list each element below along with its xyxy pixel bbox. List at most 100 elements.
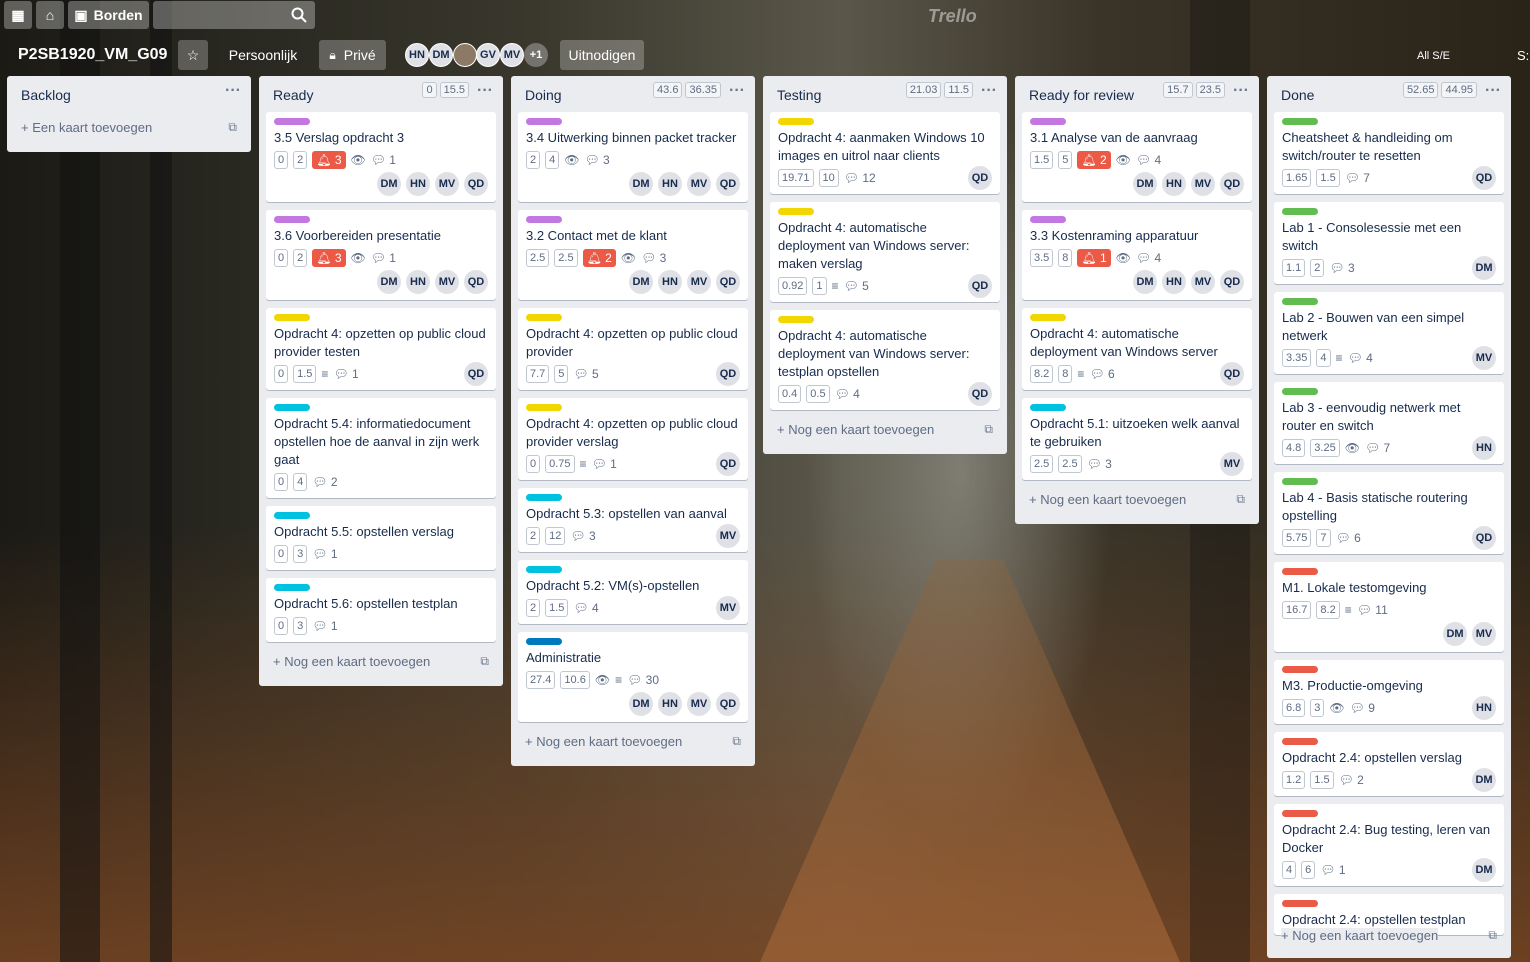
card-label[interactable] xyxy=(1282,810,1318,817)
member-avatar[interactable]: MV xyxy=(716,596,740,620)
card[interactable]: Administratie 27.4 10.6 👁︎ ≡ 💬︎ 30 DM HN MV QD xyxy=(518,632,748,722)
member-avatar[interactable]: MV xyxy=(1220,452,1244,476)
board-menu-label-2[interactable]: S: xyxy=(1517,48,1529,63)
member-avatar[interactable]: QD xyxy=(716,452,740,476)
member-avatar[interactable]: MV xyxy=(716,524,740,548)
boards-button[interactable]: ▣ Borden xyxy=(68,1,149,29)
card-label[interactable] xyxy=(274,404,310,411)
card-label[interactable] xyxy=(1282,738,1318,745)
card[interactable]: 3.3 Kostenraming apparatuur 3.5 8 🔔︎ 1 👁︎ 💬︎ … xyxy=(1022,210,1252,300)
member-avatar[interactable]: MV xyxy=(687,270,711,294)
member-avatar[interactable]: HN xyxy=(1162,270,1186,294)
member-avatar[interactable]: HN xyxy=(406,172,430,196)
member-avatar[interactable]: GV xyxy=(476,43,500,67)
trello-logo[interactable]: Trello xyxy=(928,6,977,27)
member-avatar[interactable]: MV xyxy=(1472,346,1496,370)
card-label[interactable] xyxy=(778,208,814,215)
member-avatar[interactable]: DM xyxy=(629,270,653,294)
board-menu-label[interactable]: All S/E xyxy=(1417,50,1450,62)
add-card-button[interactable]: + Een kaart toevoegen xyxy=(21,120,152,135)
member-avatar[interactable]: QD xyxy=(716,270,740,294)
member-avatar[interactable]: QD xyxy=(1220,270,1244,294)
member-avatar[interactable]: QD xyxy=(464,362,488,386)
member-avatar[interactable]: HN xyxy=(406,270,430,294)
member-avatar[interactable]: QD xyxy=(1220,362,1244,386)
card[interactable]: Opdracht 2.4: Bug testing, leren van Doc… xyxy=(1274,804,1504,886)
search-box[interactable] xyxy=(153,1,315,29)
board-name[interactable]: P2SB1920_VM_G09 xyxy=(18,46,167,64)
card[interactable]: Opdracht 5.5: opstellen verslag 0 3 💬︎ 1 xyxy=(266,506,496,570)
member-avatar[interactable]: MV xyxy=(687,692,711,716)
member-avatar[interactable]: QD xyxy=(716,362,740,386)
search-icon[interactable] xyxy=(291,7,307,26)
card-label[interactable] xyxy=(526,314,562,321)
member-avatar[interactable]: QD xyxy=(464,270,488,294)
member-avatar[interactable]: DM xyxy=(629,172,653,196)
member-avatar[interactable]: DM xyxy=(1472,768,1496,792)
card-label[interactable] xyxy=(778,316,814,323)
member-avatar[interactable]: QD xyxy=(1472,166,1496,190)
list-title[interactable]: Ready for review xyxy=(1029,87,1134,103)
card[interactable]: Opdracht 5.4: informatiedocument opstell… xyxy=(266,398,496,498)
card[interactable]: Opdracht 5.1: uitzoeken welk aanval te g… xyxy=(1022,398,1252,480)
card-label[interactable] xyxy=(274,584,310,591)
card[interactable]: Cheatsheet & handleiding om switch/route… xyxy=(1274,112,1504,194)
visibility-button[interactable]: 🔒︎ Privé xyxy=(319,40,386,70)
member-avatar[interactable]: HN xyxy=(405,43,429,67)
list-title[interactable]: Done xyxy=(1281,87,1314,103)
member-avatar[interactable]: QD xyxy=(716,172,740,196)
add-card-button[interactable]: + Nog een kaart toevoegen xyxy=(777,422,934,437)
list-menu-icon[interactable]: ··· xyxy=(225,82,241,100)
card-template-icon[interactable]: ⧉ xyxy=(732,734,741,749)
team-button[interactable]: Persoonlijk xyxy=(219,40,307,70)
card[interactable]: 3.2 Contact met de klant 2.5 2.5 🔔︎ 2 👁︎ 💬︎ 3… xyxy=(518,210,748,300)
card-label[interactable] xyxy=(526,638,562,645)
card[interactable]: M3. Productie-omgeving 6.8 3 👁︎ 💬︎ 9 HN xyxy=(1274,660,1504,724)
member-avatar[interactable]: DM xyxy=(377,172,401,196)
card[interactable]: Opdracht 5.6: opstellen testplan 0 3 💬︎ 1 xyxy=(266,578,496,642)
card-label[interactable] xyxy=(526,216,562,223)
member-avatar[interactable]: HN xyxy=(658,692,682,716)
card-label[interactable] xyxy=(1030,314,1066,321)
search-input[interactable] xyxy=(153,1,293,29)
list-menu-icon[interactable]: ··· xyxy=(477,82,493,100)
card-label[interactable] xyxy=(274,118,310,125)
card-label[interactable] xyxy=(274,512,310,519)
card-label[interactable] xyxy=(1282,388,1318,395)
card[interactable]: Opdracht 4: automatische deployment van … xyxy=(1022,308,1252,390)
card-label[interactable] xyxy=(1282,666,1318,673)
card-template-icon[interactable]: ⧉ xyxy=(1236,492,1245,507)
add-card-button[interactable]: + Nog een kaart toevoegen xyxy=(1029,492,1186,507)
card[interactable]: Opdracht 4: opzetten op public cloud pro… xyxy=(266,308,496,390)
list-menu-icon[interactable]: ··· xyxy=(729,82,745,100)
member-avatar[interactable]: MV xyxy=(1472,622,1496,646)
home-button[interactable]: ⌂ xyxy=(36,1,64,29)
card[interactable]: Lab 2 - Bouwen van een simpel netwerk 3.3… xyxy=(1274,292,1504,374)
card[interactable]: Opdracht 2.4: opstellen verslag 1.2 1.5 💬︎ … xyxy=(1274,732,1504,796)
member-avatar[interactable]: DM xyxy=(377,270,401,294)
star-board-button[interactable]: ☆ xyxy=(178,40,208,70)
member-avatar[interactable]: QD xyxy=(968,166,992,190)
member-avatar[interactable]: DM xyxy=(1133,270,1157,294)
card-label[interactable] xyxy=(1030,216,1066,223)
add-card-button[interactable]: + Nog een kaart toevoegen xyxy=(1281,928,1439,943)
member-avatar[interactable]: DM xyxy=(429,43,453,67)
member-avatar[interactable]: QD xyxy=(464,172,488,196)
card-label[interactable] xyxy=(778,118,814,125)
card[interactable]: Opdracht 4: automatische deployment van … xyxy=(770,202,1000,302)
member-avatar[interactable]: MV xyxy=(687,172,711,196)
card[interactable]: M1. Lokale testomgeving 16.7 8.2 ≡ 💬︎ 11 DM MV xyxy=(1274,562,1504,652)
member-avatar[interactable]: DM xyxy=(1472,256,1496,280)
member-avatar[interactable]: HN xyxy=(1162,172,1186,196)
list-title[interactable]: Backlog xyxy=(21,87,71,103)
card-template-icon[interactable]: ⧉ xyxy=(228,120,237,135)
apps-button[interactable]: ▦ xyxy=(4,1,32,29)
member-avatar[interactable]: QD xyxy=(716,692,740,716)
card[interactable]: Lab 3 - eenvoudig netwerk met router en … xyxy=(1274,382,1504,464)
add-card-button[interactable]: + Nog een kaart toevoegen xyxy=(525,734,682,749)
member-avatar[interactable]: QD xyxy=(1220,172,1244,196)
list-title[interactable]: Doing xyxy=(525,87,562,103)
card[interactable]: 3.4 Uitwerking binnen packet tracker 2 4 👁︎… xyxy=(518,112,748,202)
card[interactable]: Opdracht 4: automatische deployment van … xyxy=(770,310,1000,410)
card[interactable]: Opdracht 5.3: opstellen van aanval 2 12 💬︎ … xyxy=(518,488,748,552)
